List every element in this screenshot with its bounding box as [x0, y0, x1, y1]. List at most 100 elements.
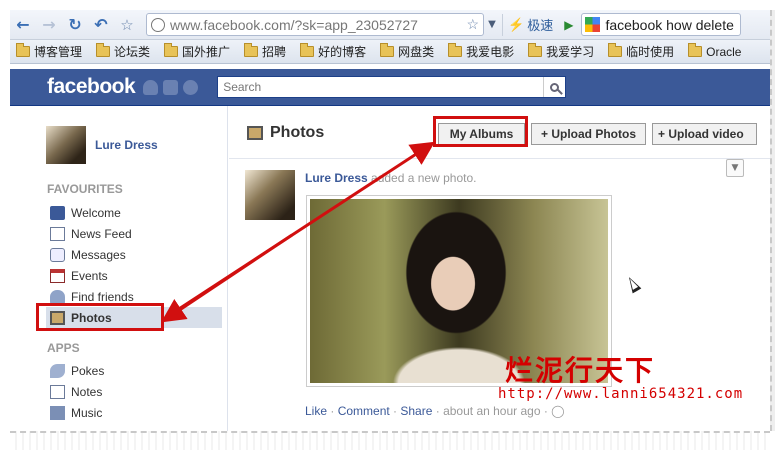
sidebar-item-label: Events	[71, 268, 108, 283]
events-icon	[50, 268, 65, 283]
bookmark-folder[interactable]: 招聘	[238, 43, 294, 60]
sidebar-item-messages[interactable]: Messages	[50, 244, 226, 265]
bookmark-star-icon[interactable]: ☆	[466, 16, 479, 33]
folder-icon	[164, 43, 179, 57]
sidebar-item-music[interactable]: Music	[50, 402, 226, 423]
pokes-icon	[50, 363, 65, 378]
watermark-url: http://www.lanni654321.com	[498, 386, 744, 402]
comment-link[interactable]: Comment	[338, 404, 390, 418]
left-sidebar: Lure Dress FAVOURITES Welcome News Feed …	[10, 106, 228, 431]
sidebar-item-events[interactable]: Events	[50, 265, 226, 286]
my-albums-button[interactable]: My Albums	[438, 123, 525, 145]
sidebar-item-label: Find friends	[71, 289, 134, 304]
dropdown-icon[interactable]: ▼	[484, 19, 500, 30]
back-arrow-icon[interactable]: ←	[10, 12, 36, 38]
bookmark-folder[interactable]: 我爱学习	[522, 43, 602, 60]
avatar[interactable]	[46, 126, 86, 164]
facebook-logo[interactable]: facebook	[47, 75, 136, 99]
header-divider	[229, 158, 770, 159]
browser-search-box[interactable]: facebook how delete	[581, 13, 742, 36]
news-feed-icon	[50, 226, 65, 241]
profile-link[interactable]: Lure Dress	[46, 126, 158, 164]
sidebar-item-label: Welcome	[71, 205, 121, 220]
sidebar-item-notes[interactable]: Notes	[50, 381, 226, 402]
page-title-text: Photos	[270, 124, 325, 141]
forward-arrow-icon[interactable]: →	[36, 12, 62, 38]
upload-photos-button[interactable]: + Upload Photos	[531, 123, 646, 145]
bookmark-folder[interactable]: 好的博客	[294, 43, 374, 60]
chevron-down-icon[interactable]: ▼	[726, 159, 744, 177]
sidebar-item-label: News Feed	[71, 226, 132, 241]
sidebar-item-find-friends[interactable]: Find friends	[50, 286, 226, 307]
story-action: added a new photo.	[367, 171, 477, 185]
bookmark-label: 论坛类	[114, 45, 151, 59]
play-icon[interactable]: ▶	[558, 18, 579, 32]
sidebar-item-news-feed[interactable]: News Feed	[50, 223, 226, 244]
like-link[interactable]: Like	[305, 404, 327, 418]
facebook-search-input[interactable]	[218, 77, 544, 97]
facebook-header: facebook	[10, 69, 770, 106]
jewel-icons	[143, 79, 199, 95]
left-edge	[0, 10, 10, 431]
bottom-torn-edge	[10, 431, 770, 450]
search-button[interactable]	[543, 77, 565, 97]
favourites-list: Welcome News Feed Messages Events Find f…	[46, 202, 226, 328]
friend-requests-icon[interactable]	[143, 79, 159, 95]
favourites-header: FAVOURITES	[47, 182, 123, 196]
sidebar-item-label: Music	[71, 405, 103, 420]
star-icon[interactable]: ☆	[114, 12, 140, 38]
separator: ·	[389, 404, 401, 418]
messages-icon	[50, 247, 65, 262]
story-author[interactable]: Lure Dress	[305, 171, 368, 185]
sidebar-item-photos[interactable]: Photos	[46, 307, 222, 328]
undo-icon[interactable]: ↶	[88, 12, 114, 38]
facebook-search	[217, 76, 567, 98]
bookmark-label: 招聘	[262, 45, 287, 59]
apps-header: APPS	[47, 341, 80, 355]
messages-jewel-icon[interactable]	[163, 79, 179, 95]
bookmark-folder[interactable]: 博客管理	[10, 43, 90, 60]
notes-icon	[50, 384, 65, 399]
sidebar-item-label: Notes	[71, 384, 103, 399]
share-link[interactable]: Share	[400, 404, 432, 418]
right-torn-edge	[770, 10, 775, 431]
separator: ·	[432, 404, 444, 418]
bookmark-folder[interactable]: 网盘类	[374, 43, 442, 60]
globe-icon	[151, 17, 165, 32]
bookmark-folder[interactable]: Oracle	[682, 43, 749, 59]
google-icon	[585, 17, 601, 32]
speed-mode-button[interactable]: ⚡ 极速	[502, 13, 558, 36]
speed-mode-label: 极速	[527, 18, 554, 33]
address-text: www.facebook.com/?sk=app_23052727	[170, 16, 418, 33]
bookmark-folder[interactable]: 论坛类	[90, 43, 158, 60]
separator: ·	[327, 404, 338, 418]
notifications-globe-icon[interactable]	[183, 79, 199, 95]
bookmark-folder[interactable]: 临时使用	[602, 43, 682, 60]
bookmark-label: 我爱学习	[546, 45, 595, 59]
story-avatar[interactable]	[245, 170, 295, 220]
search-icon	[550, 82, 560, 92]
sidebar-item-welcome[interactable]: Welcome	[50, 202, 226, 223]
bookmark-folder[interactable]: 国外推广	[158, 43, 238, 60]
folder-icon	[528, 43, 543, 57]
bookmark-folder[interactable]: 我爱电影	[442, 43, 522, 60]
folder-icon	[608, 43, 623, 57]
welcome-icon	[50, 205, 65, 220]
story-timestamp[interactable]: about an hour ago	[443, 404, 540, 418]
profile-name[interactable]: Lure Dress	[95, 138, 158, 152]
sidebar-item-label: Messages	[71, 247, 126, 262]
sidebar-item-label: Pokes	[71, 363, 105, 378]
address-bar[interactable]: www.facebook.com/?sk=app_23052727 ☆	[146, 13, 484, 36]
folder-icon	[380, 43, 395, 57]
sidebar-item-pokes[interactable]: Pokes	[50, 360, 226, 381]
upload-video-button[interactable]: + Upload video	[652, 123, 757, 145]
bookmark-label: 好的博客	[318, 45, 367, 59]
bookmark-label: Oracle	[706, 44, 742, 59]
browser-toolbar: ← → ↻ ↶ ☆ www.facebook.com/?sk=app_23052…	[10, 10, 770, 40]
globe-privacy-icon[interactable]: ◯	[551, 404, 564, 418]
reload-icon[interactable]: ↻	[62, 12, 88, 38]
folder-icon	[244, 43, 259, 57]
bookmark-label: 我爱电影	[466, 45, 515, 59]
lightning-icon: ⚡	[508, 16, 525, 32]
folder-icon	[300, 43, 315, 57]
